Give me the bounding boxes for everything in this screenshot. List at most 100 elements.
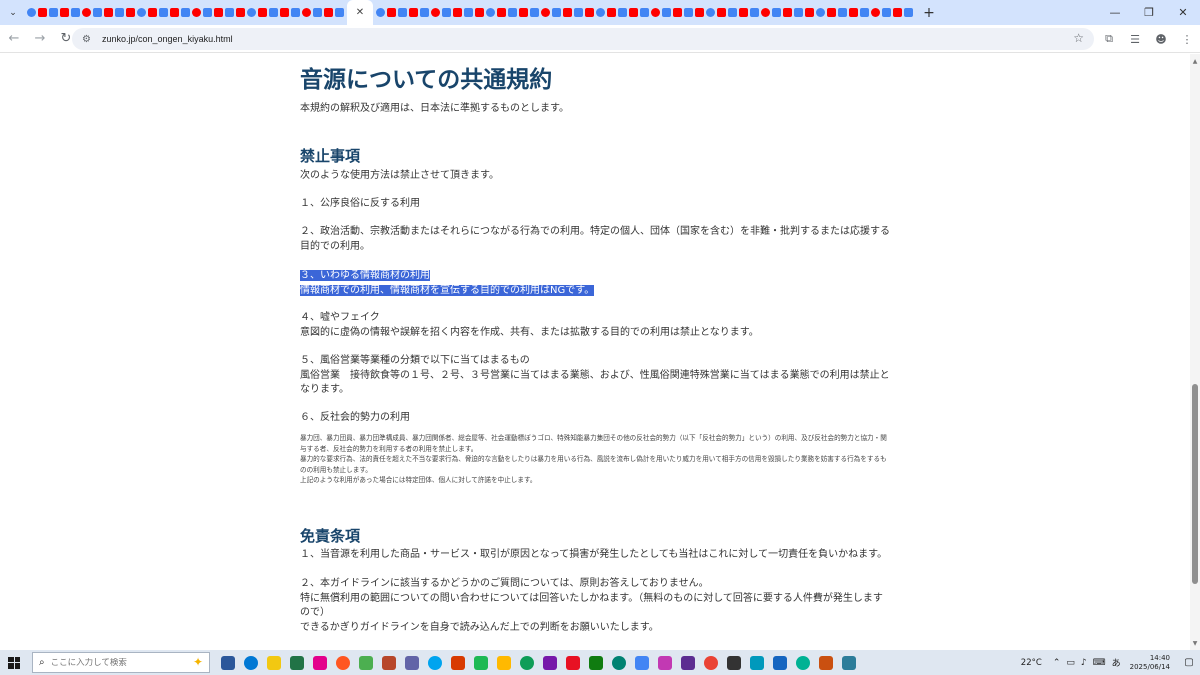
tab-favicon[interactable] bbox=[848, 0, 859, 25]
tab-favicon[interactable] bbox=[268, 0, 279, 25]
tab-favicon[interactable] bbox=[837, 0, 848, 25]
tab-favicon[interactable] bbox=[397, 0, 408, 25]
taskbar-app-icon[interactable] bbox=[607, 650, 630, 675]
tab-favicon[interactable] bbox=[771, 0, 782, 25]
scroll-down-arrow-icon[interactable]: ▼ bbox=[1191, 638, 1199, 648]
tab-favicon[interactable] bbox=[419, 0, 430, 25]
tab-favicon[interactable] bbox=[37, 0, 48, 25]
tab-favicon[interactable] bbox=[694, 0, 705, 25]
tab-favicon[interactable] bbox=[312, 0, 323, 25]
tab-favicon[interactable] bbox=[562, 0, 573, 25]
tab-favicon[interactable] bbox=[617, 0, 628, 25]
taskbar-app-icon[interactable] bbox=[515, 650, 538, 675]
tab-favicon[interactable] bbox=[496, 0, 507, 25]
tab-favicon[interactable] bbox=[628, 0, 639, 25]
tab-favicon[interactable] bbox=[606, 0, 617, 25]
taskbar-app-icon[interactable] bbox=[538, 650, 561, 675]
tab-favicon[interactable] bbox=[334, 0, 345, 25]
ime-mode-indicator[interactable]: あ bbox=[1112, 656, 1121, 669]
tab-favicon[interactable] bbox=[290, 0, 301, 25]
taskbar-app-icon[interactable] bbox=[377, 650, 400, 675]
taskbar-search[interactable]: ⌕ ✦ bbox=[32, 652, 210, 673]
page-scrollbar[interactable]: ▲ ▼ bbox=[1190, 54, 1200, 650]
network-icon[interactable]: ▭ bbox=[1066, 658, 1075, 668]
taskbar-app-icon[interactable] bbox=[584, 650, 607, 675]
taskbar-app-icon[interactable] bbox=[745, 650, 768, 675]
taskbar-app-icon[interactable] bbox=[308, 650, 331, 675]
tab-favicon[interactable] bbox=[323, 0, 334, 25]
back-button[interactable]: ← bbox=[2, 27, 26, 51]
tab-favicon[interactable] bbox=[180, 0, 191, 25]
taskbar-app-icon[interactable] bbox=[791, 650, 814, 675]
tab-favicon[interactable] bbox=[507, 0, 518, 25]
tab-favicon[interactable] bbox=[125, 0, 136, 25]
tab-favicon[interactable] bbox=[650, 0, 661, 25]
tab-favicon[interactable] bbox=[59, 0, 70, 25]
tab-favicon[interactable] bbox=[81, 0, 92, 25]
tab-favicon[interactable] bbox=[257, 0, 268, 25]
taskbar-app-icon[interactable] bbox=[331, 650, 354, 675]
notification-icon[interactable]: ▢ bbox=[1178, 657, 1200, 668]
tab-favicon[interactable] bbox=[279, 0, 290, 25]
scrollbar-thumb[interactable] bbox=[1192, 384, 1198, 584]
tab-favicon[interactable] bbox=[158, 0, 169, 25]
tab-favicon[interactable] bbox=[683, 0, 694, 25]
minimize-button[interactable]: — bbox=[1098, 0, 1132, 25]
taskbar-app-icon[interactable] bbox=[653, 650, 676, 675]
scroll-up-arrow-icon[interactable]: ▲ bbox=[1191, 56, 1199, 66]
taskbar-app-icon[interactable] bbox=[216, 650, 239, 675]
profile-icon[interactable]: ☻ bbox=[1148, 27, 1174, 51]
tab-favicon[interactable] bbox=[147, 0, 158, 25]
taskbar-app-icon[interactable] bbox=[561, 650, 584, 675]
tab-favicon[interactable] bbox=[881, 0, 892, 25]
taskbar-app-icon[interactable] bbox=[354, 650, 377, 675]
tab-favicon[interactable] bbox=[716, 0, 727, 25]
tab-favicon[interactable] bbox=[892, 0, 903, 25]
start-button[interactable] bbox=[0, 650, 28, 675]
taskbar-app-icon[interactable] bbox=[768, 650, 791, 675]
tab-search-icon[interactable]: ⌄ bbox=[4, 4, 22, 22]
tab-favicon[interactable] bbox=[903, 0, 914, 25]
tab-favicon[interactable] bbox=[793, 0, 804, 25]
extensions-icon[interactable]: ⧉ bbox=[1096, 27, 1122, 51]
tab-favicon[interactable] bbox=[452, 0, 463, 25]
taskbar-app-icon[interactable] bbox=[262, 650, 285, 675]
address-bar[interactable]: ⚙ zunko.jp/con_ongen_kiyaku.html ☆ bbox=[72, 28, 1094, 50]
taskbar-app-icon[interactable] bbox=[423, 650, 446, 675]
taskbar-app-icon[interactable] bbox=[239, 650, 262, 675]
taskbar-app-icon[interactable] bbox=[837, 650, 860, 675]
tab-favicon[interactable] bbox=[48, 0, 59, 25]
tab-favicon[interactable] bbox=[301, 0, 312, 25]
tab-favicon[interactable] bbox=[705, 0, 716, 25]
bookmark-star-icon[interactable]: ☆ bbox=[1073, 31, 1084, 45]
tab-favicon[interactable] bbox=[474, 0, 485, 25]
tab-favicon[interactable] bbox=[70, 0, 81, 25]
active-tab[interactable]: ✕ bbox=[347, 0, 373, 25]
tab-favicon[interactable] bbox=[26, 0, 37, 25]
tab-favicon[interactable] bbox=[235, 0, 246, 25]
forward-button[interactable]: → bbox=[28, 27, 52, 51]
speaker-icon[interactable]: ♪ bbox=[1081, 658, 1087, 668]
taskbar-app-icon[interactable] bbox=[446, 650, 469, 675]
taskbar-app-icon[interactable] bbox=[400, 650, 423, 675]
tab-favicon[interactable] bbox=[202, 0, 213, 25]
tab-favicon[interactable] bbox=[375, 0, 386, 25]
tab-favicon[interactable] bbox=[782, 0, 793, 25]
tab-favicon[interactable] bbox=[804, 0, 815, 25]
tab-favicon[interactable] bbox=[485, 0, 496, 25]
tab-favicon[interactable] bbox=[169, 0, 180, 25]
tab-favicon[interactable] bbox=[815, 0, 826, 25]
taskbar-app-icon[interactable] bbox=[469, 650, 492, 675]
close-window-button[interactable]: ✕ bbox=[1166, 0, 1200, 25]
taskbar-app-icon[interactable] bbox=[492, 650, 515, 675]
tab-favicon[interactable] bbox=[191, 0, 202, 25]
taskbar-app-icon[interactable] bbox=[699, 650, 722, 675]
tab-favicon[interactable] bbox=[408, 0, 419, 25]
tab-favicon[interactable] bbox=[92, 0, 103, 25]
taskbar-app-icon[interactable] bbox=[814, 650, 837, 675]
tab-favicon[interactable] bbox=[540, 0, 551, 25]
tray-overflow-chevron-icon[interactable]: ⌃ bbox=[1053, 658, 1061, 668]
tab-favicon[interactable] bbox=[551, 0, 562, 25]
tab-favicon[interactable] bbox=[672, 0, 683, 25]
maximize-button[interactable]: ❐ bbox=[1132, 0, 1166, 25]
